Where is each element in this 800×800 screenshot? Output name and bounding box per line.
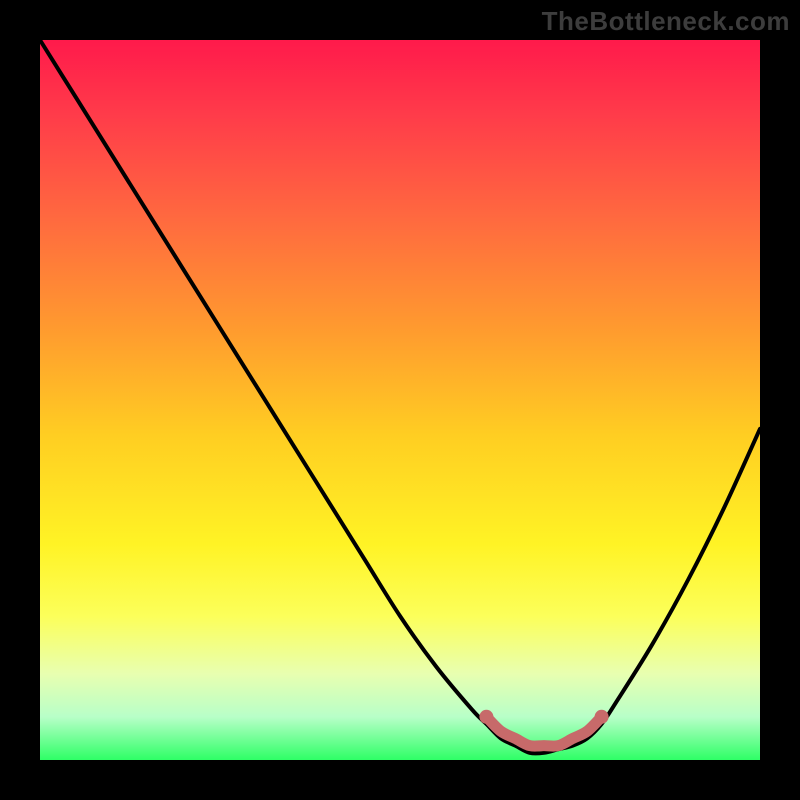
plot-area [40, 40, 760, 760]
bottleneck-curve-path [40, 40, 760, 753]
range-end-dot [595, 710, 609, 724]
chart-frame: TheBottleneck.com [0, 0, 800, 800]
curve-svg [40, 40, 760, 760]
range-start-dot [479, 710, 493, 724]
watermark-label: TheBottleneck.com [542, 6, 790, 37]
